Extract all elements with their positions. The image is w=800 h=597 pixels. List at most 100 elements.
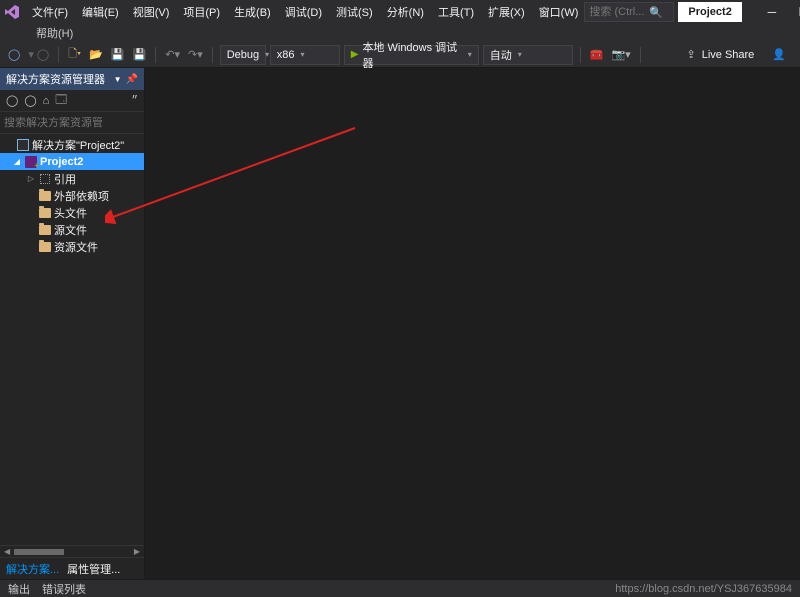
folder-icon	[38, 240, 52, 254]
scroll-left-icon[interactable]: ◀	[4, 547, 10, 556]
folder-icon	[38, 206, 52, 220]
expand-icon[interactable]: ▷	[26, 174, 36, 183]
account-icon[interactable]: 👤	[770, 45, 788, 65]
scroll-right-icon[interactable]: ▶	[134, 547, 140, 556]
menu-edit[interactable]: 编辑(E)	[76, 1, 125, 23]
config-value: Debug	[227, 49, 259, 61]
tab-solution-explorer[interactable]: 解决方案...	[6, 561, 59, 577]
minimize-button[interactable]: ─	[756, 1, 788, 23]
tree-solution-node[interactable]: 解决方案"Project2"	[0, 136, 144, 153]
menu-debug[interactable]: 调试(D)	[279, 1, 328, 23]
pane-toolbar: ◯ ◯ ⌂ 🗔 ״	[0, 90, 144, 112]
project-icon	[24, 155, 38, 169]
open-icon[interactable]: 📂	[87, 45, 105, 65]
pane-title-label: 解决方案资源管理器	[6, 71, 105, 87]
camera-icon[interactable]: 📷▾	[609, 45, 632, 65]
status-output[interactable]: 输出	[8, 581, 30, 597]
tree-node-label: 外部依赖项	[54, 188, 109, 204]
nav-fwd-button[interactable]: ▾ ◯	[26, 45, 51, 65]
menu-help[interactable]: 帮助(H)	[8, 25, 79, 43]
scrollbar-thumb[interactable]	[14, 549, 64, 555]
liveshare-label[interactable]: Live Share	[702, 49, 755, 61]
tree-project-node[interactable]: ◢ Project2	[0, 153, 144, 170]
refresh-icon[interactable]: 🗔	[55, 91, 67, 110]
auto-dropdown[interactable]: 自动 ▾	[483, 45, 573, 65]
menu-build[interactable]: 生成(B)	[228, 1, 277, 23]
tree-node-label: 头文件	[54, 205, 87, 221]
tree-node-label: 引用	[54, 171, 76, 187]
collapse-icon[interactable]: ◢	[12, 157, 22, 166]
search-icon: 🔍	[649, 6, 663, 19]
tab-property-manager[interactable]: 属性管理...	[67, 561, 120, 577]
save-icon[interactable]: 💾	[109, 45, 127, 65]
menu-project[interactable]: 项目(P)	[177, 1, 226, 23]
tree-node-resource[interactable]: 资源文件	[0, 238, 144, 255]
solution-explorer-pane: 解决方案资源管理器 ▼ 📌 ◯ ◯ ⌂ 🗔 ״ 🔍 ▾ 解决方案"Project…	[0, 68, 145, 579]
config-dropdown[interactable]: Debug ▾	[220, 45, 266, 65]
tree-node-label: 源文件	[54, 222, 87, 238]
home-icon[interactable]: ⌂	[43, 95, 50, 107]
tree-node-headers[interactable]: 头文件	[0, 204, 144, 221]
tree-node-label: 资源文件	[54, 239, 98, 255]
menu-view[interactable]: 视图(V)	[127, 1, 176, 23]
fwd-icon[interactable]: ◯	[24, 94, 36, 107]
separator	[640, 47, 641, 63]
platform-value: x86	[277, 49, 295, 61]
editor-area	[145, 68, 800, 579]
menu-analyze[interactable]: 分析(N)	[381, 1, 430, 23]
maximize-button[interactable]: ☐	[788, 1, 800, 23]
separator	[58, 47, 59, 63]
main-toolbar: ◯ ▾ ◯ 🗋▾ 📂 💾 💾 ↶▾ ↷▾ Debug ▾ x86 ▾ ▶ 本地 …	[0, 42, 800, 68]
debugger-dropdown[interactable]: ▶ 本地 Windows 调试器 ▾	[344, 45, 479, 65]
pane-title[interactable]: 解决方案资源管理器 ▼ 📌	[0, 68, 144, 90]
title-search[interactable]: 🔍	[584, 2, 674, 22]
tree-node-references[interactable]: ▷ 引用	[0, 170, 144, 187]
main-menu: 文件(F) 编辑(E) 视图(V) 项目(P) 生成(B) 调试(D) 测试(S…	[26, 1, 584, 23]
menu-extensions[interactable]: 扩展(X)	[482, 1, 531, 23]
solution-tree: 解决方案"Project2" ◢ Project2 ▷ 引用 外部依赖项 头文件	[0, 134, 144, 545]
chevron-down-icon: ▾	[468, 50, 472, 59]
horizontal-scrollbar[interactable]: ◀ ▶	[0, 545, 144, 557]
save-all-icon[interactable]: 💾	[131, 45, 149, 65]
new-item-icon[interactable]: 🗋▾	[66, 45, 83, 65]
chevron-down-icon: ▾	[518, 50, 522, 59]
undo-icon[interactable]: ↶▾	[163, 45, 182, 65]
vs-logo-icon	[4, 3, 20, 21]
menu-tools[interactable]: 工具(T)	[432, 1, 480, 23]
redo-icon[interactable]: ↷▾	[186, 45, 205, 65]
pane-search-input[interactable]	[4, 117, 146, 129]
back-icon[interactable]: ◯	[6, 94, 18, 107]
menu-test[interactable]: 测试(S)	[330, 1, 379, 23]
debugger-value: 本地 Windows 调试器	[362, 39, 463, 71]
status-bar: 输出 错误列表 https://blog.csdn.net/YSJ3676359…	[0, 579, 800, 597]
folder-icon	[38, 189, 52, 203]
pane-search[interactable]: 🔍 ▾	[0, 112, 144, 134]
title-project-name: Project2	[678, 2, 741, 22]
folder-icon	[38, 223, 52, 237]
status-errorlist[interactable]: 错误列表	[42, 581, 86, 597]
menu-file[interactable]: 文件(F)	[26, 1, 74, 23]
separator	[212, 47, 213, 63]
liveshare-icon[interactable]: ⇪	[686, 48, 695, 61]
chevron-down-icon: ▾	[265, 50, 269, 59]
title-search-input[interactable]	[589, 6, 649, 18]
main-area: 解决方案资源管理器 ▼ 📌 ◯ ◯ ⌂ 🗔 ״ 🔍 ▾ 解决方案"Project…	[0, 68, 800, 579]
nav-back-button[interactable]: ◯	[6, 45, 22, 65]
project-label: Project2	[40, 156, 83, 168]
tree-node-external-deps[interactable]: 外部依赖项	[0, 187, 144, 204]
chevron-down-icon: ▾	[300, 50, 304, 59]
platform-dropdown[interactable]: x86 ▾	[270, 45, 340, 65]
side-pane-tabs: 解决方案... 属性管理...	[0, 557, 144, 579]
chevron-down-icon: ▼	[114, 75, 122, 84]
menu-window[interactable]: 窗口(W)	[533, 1, 585, 23]
pin-icon[interactable]: 📌	[126, 74, 138, 85]
play-icon: ▶	[351, 49, 359, 60]
title-bar: 文件(F) 编辑(E) 视图(V) 项目(P) 生成(B) 调试(D) 测试(S…	[0, 0, 800, 24]
references-icon	[38, 172, 52, 186]
more-icon[interactable]: ״	[131, 95, 138, 107]
solution-label: 解决方案"Project2"	[32, 137, 124, 153]
tree-node-source[interactable]: 源文件	[0, 221, 144, 238]
solution-icon	[16, 138, 30, 152]
watermark-url: https://blog.csdn.net/YSJ367635984	[615, 583, 792, 595]
toolbox-icon[interactable]: 🧰	[588, 45, 606, 65]
